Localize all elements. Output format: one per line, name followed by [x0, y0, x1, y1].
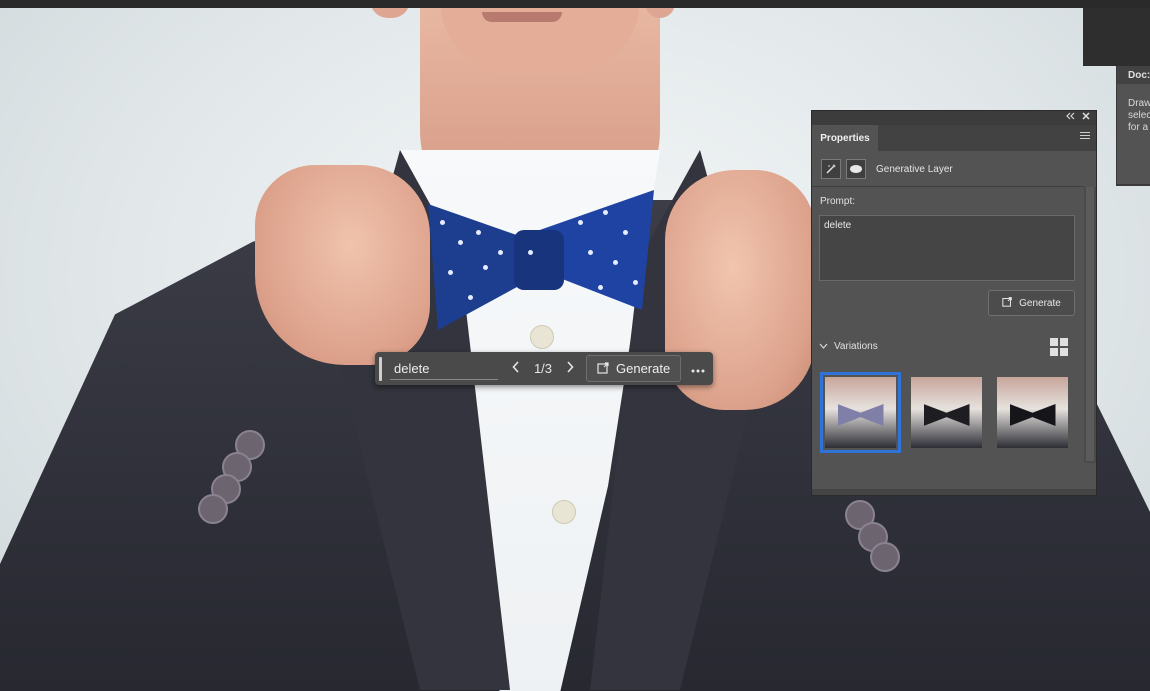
- polka-dot: [498, 250, 503, 255]
- more-icon[interactable]: [691, 360, 705, 378]
- variation-image: [911, 377, 982, 448]
- close-icon[interactable]: [1082, 111, 1090, 123]
- polka-dot: [448, 270, 453, 275]
- variation-image: [997, 377, 1068, 448]
- bowtie-knot: [514, 230, 564, 290]
- grid-view-icon[interactable]: [1050, 338, 1068, 356]
- doc-panel-title: Doc:: [1117, 66, 1150, 84]
- polka-dot: [476, 230, 481, 235]
- generate-label: Generate: [1019, 297, 1061, 309]
- polka-dot: [603, 210, 608, 215]
- doc-line: for a: [1128, 122, 1149, 133]
- scrollbar-thumb[interactable]: [1086, 187, 1094, 461]
- polka-dot: [598, 285, 603, 290]
- prompt-input[interactable]: [390, 357, 498, 380]
- doc-line: selec: [1128, 110, 1150, 121]
- polka-dot: [440, 220, 445, 225]
- chevron-down-icon[interactable]: [819, 341, 828, 352]
- polka-dot: [483, 265, 488, 270]
- tab-properties[interactable]: Properties: [812, 125, 878, 151]
- generative-layer-icon: [821, 159, 841, 179]
- prompt-textarea[interactable]: [819, 215, 1075, 281]
- variation-image: [825, 377, 896, 448]
- variations-list: [820, 372, 1073, 453]
- polka-dot: [623, 230, 628, 235]
- top-bar: [0, 0, 1150, 8]
- scrollbar[interactable]: [1084, 187, 1096, 463]
- generate-icon: [1002, 296, 1013, 310]
- polka-dot: [528, 250, 533, 255]
- divider: [812, 186, 1084, 187]
- variation-thumbnail-1[interactable]: [820, 372, 901, 453]
- doc-line: Draw: [1128, 98, 1150, 109]
- doc-panel-text: Draw selec for a: [1117, 84, 1150, 134]
- variation-thumbnail-2[interactable]: [906, 372, 987, 453]
- panel-footer: [812, 489, 1096, 495]
- generate-button[interactable]: Generate: [586, 355, 682, 382]
- dock-area: [1083, 8, 1150, 66]
- panel-tab-bar: Properties: [812, 125, 1096, 151]
- generate-button[interactable]: Generate: [988, 290, 1075, 316]
- polka-dot: [458, 240, 463, 245]
- panel-title-strip[interactable]: [812, 111, 1096, 125]
- drag-handle[interactable]: [379, 356, 382, 381]
- polka-dot: [588, 250, 593, 255]
- variations-label: Variations: [834, 341, 878, 352]
- sleeve-button: [870, 542, 900, 572]
- generate-label: Generate: [616, 361, 671, 376]
- polka-dot: [613, 260, 618, 265]
- properties-panel: Properties Generative Layer Prompt: Gene…: [811, 110, 1097, 496]
- variations-header[interactable]: Variations: [819, 341, 878, 352]
- generate-icon: [597, 361, 610, 377]
- shirt-button: [552, 500, 576, 524]
- contextual-task-bar: 1/3 Generate: [375, 352, 713, 385]
- mask-icon[interactable]: [846, 159, 866, 179]
- sleeve-button: [198, 494, 228, 524]
- bowtie-left-wing: [428, 204, 528, 330]
- prompt-label: Prompt:: [820, 196, 856, 207]
- mouth: [482, 12, 562, 22]
- layer-type-row: Generative Layer: [821, 159, 953, 179]
- polka-dot: [578, 220, 583, 225]
- variation-thumbnail-3[interactable]: [992, 372, 1073, 453]
- panel-menu-icon[interactable]: [1080, 132, 1090, 142]
- chevron-right-icon[interactable]: [560, 361, 580, 376]
- doc-panel[interactable]: Doc: Draw selec for a: [1116, 66, 1150, 186]
- polka-dot: [468, 295, 473, 300]
- polka-dot: [633, 280, 638, 285]
- chevron-left-icon[interactable]: [506, 361, 526, 376]
- left-hand: [255, 165, 430, 365]
- double-chevron-left-icon[interactable]: [1066, 112, 1075, 123]
- layer-name: Generative Layer: [876, 163, 953, 175]
- bowtie: [428, 190, 654, 330]
- variation-counter: 1/3: [533, 361, 553, 376]
